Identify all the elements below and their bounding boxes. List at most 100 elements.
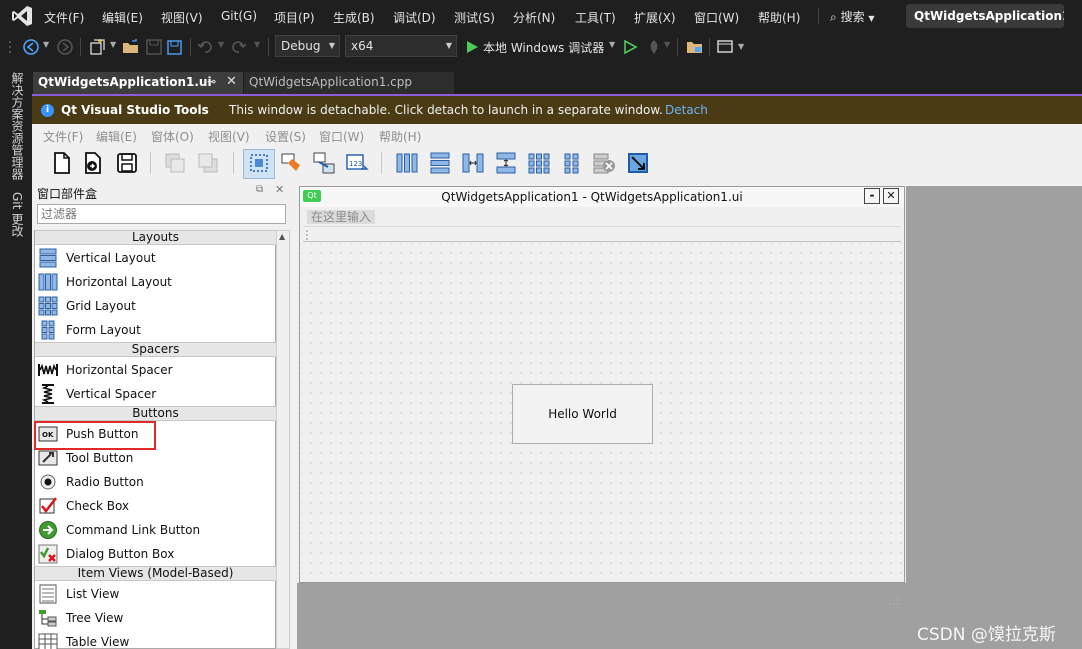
menu-window[interactable]: 窗口(W)	[694, 9, 739, 26]
hot-reload-icon[interactable]	[645, 38, 663, 56]
open-form-icon[interactable]	[81, 151, 105, 175]
layout-horizontal-splitter-icon[interactable]	[461, 151, 485, 175]
horizontal-spacer-icon	[38, 363, 58, 376]
chevron-down-icon[interactable]: ▼	[218, 40, 224, 49]
edit-signals-slots-icon[interactable]	[312, 151, 336, 175]
menu-extensions[interactable]: 扩展(X)	[634, 9, 676, 26]
solution-explorer-tab[interactable]: 解决方案资源管理器	[9, 72, 26, 180]
chevron-down-icon[interactable]: ▼	[43, 40, 49, 49]
category-layouts[interactable]: Layouts	[35, 230, 276, 245]
widget-radio-button[interactable]: Radio Button	[36, 471, 272, 493]
widget-dialog-button-box[interactable]: Dialog Button Box	[36, 543, 272, 565]
send-to-back-icon[interactable]	[163, 151, 187, 175]
float-panel-icon[interactable]: ⧉	[256, 184, 263, 195]
new-form-icon[interactable]	[50, 151, 74, 175]
form-menu-placeholder[interactable]: 在这里输入	[307, 210, 375, 224]
widget-filter-input[interactable]	[37, 204, 286, 224]
chevron-down-icon[interactable]: ▼	[664, 40, 670, 49]
save-icon[interactable]	[145, 38, 163, 56]
menu-view[interactable]: 视图(V)	[161, 9, 203, 26]
redo-icon[interactable]	[230, 38, 248, 56]
forward-icon[interactable]	[56, 38, 74, 56]
menu-file[interactable]: 文件(F)	[44, 9, 84, 26]
pin-icon[interactable]: ⊸	[207, 75, 216, 88]
menu-git[interactable]: Git(G)	[221, 9, 257, 23]
break-layout-icon[interactable]	[592, 151, 616, 175]
window-layout-icon[interactable]	[716, 38, 734, 56]
grid-layout-icon	[38, 296, 58, 316]
chevron-down-icon[interactable]: ▼	[110, 40, 116, 49]
tab-cpp-file[interactable]: QtWidgetsApplication1.cpp	[244, 72, 454, 94]
start-without-debugging-icon[interactable]	[621, 38, 639, 56]
category-spacers[interactable]: Spacers	[35, 342, 276, 357]
designer-menu-help[interactable]: 帮助(H)	[379, 128, 421, 145]
menu-edit[interactable]: 编辑(E)	[102, 9, 143, 26]
widget-tool-button[interactable]: Tool Button	[36, 447, 272, 469]
configuration-dropdown[interactable]: Debug ▼	[275, 35, 340, 57]
save-all-icon[interactable]	[166, 38, 184, 56]
widget-form-layout[interactable]: Form Layout	[36, 319, 272, 341]
widget-horizontal-layout[interactable]: Horizontal Layout	[36, 271, 272, 293]
edit-buddies-icon[interactable]	[280, 151, 304, 175]
start-debugging-icon[interactable]	[463, 38, 481, 56]
git-changes-tab[interactable]: Git 更改	[9, 192, 26, 237]
adjust-size-icon[interactable]	[626, 151, 650, 175]
menu-help[interactable]: 帮助(H)	[758, 9, 800, 26]
chevron-down-icon[interactable]: ▼	[254, 40, 260, 49]
layout-grid-icon[interactable]	[527, 151, 551, 175]
open-folder-icon[interactable]	[122, 38, 140, 56]
tab-ui-file[interactable]: QtWidgetsApplication1.ui ⊸ ✕	[33, 72, 243, 94]
designer-menu-settings[interactable]: 设置(S)	[265, 128, 306, 145]
edit-widgets-icon[interactable]	[247, 151, 271, 175]
menu-project[interactable]: 项目(P)	[274, 9, 315, 26]
menu-debug[interactable]: 调试(D)	[393, 9, 436, 26]
widget-command-link-button[interactable]: Command Link Button	[36, 519, 272, 541]
menu-tools[interactable]: 工具(T)	[575, 9, 616, 26]
bring-to-front-icon[interactable]	[196, 151, 220, 175]
visual-studio-logo-icon[interactable]	[10, 5, 34, 27]
layout-form-icon[interactable]	[560, 151, 584, 175]
widget-vertical-layout[interactable]: Vertical Layout	[36, 247, 272, 269]
widget-list-scrollbar[interactable]: ▲	[276, 230, 290, 649]
widget-grid-layout[interactable]: Grid Layout	[36, 295, 272, 317]
layout-vertical-splitter-icon[interactable]	[494, 151, 518, 175]
toolbar-separator	[233, 152, 234, 174]
scroll-up-icon[interactable]: ▲	[279, 232, 285, 241]
category-buttons[interactable]: Buttons	[35, 406, 276, 421]
detach-link[interactable]: Detach	[665, 103, 708, 117]
designer-menu-edit[interactable]: 编辑(E)	[96, 128, 137, 145]
widget-check-box[interactable]: Check Box	[36, 495, 272, 517]
search-box[interactable]: ⌕ 搜索 ▼	[830, 8, 875, 25]
designer-menu-form[interactable]: 窗体(O)	[151, 128, 194, 145]
platform-dropdown[interactable]: x64 ▼	[345, 35, 457, 57]
layout-horizontally-icon[interactable]	[395, 151, 419, 175]
edit-tab-order-icon[interactable]: 123	[345, 151, 369, 175]
category-item-views[interactable]: Item Views (Model-Based)	[35, 566, 276, 581]
menu-analyze[interactable]: 分析(N)	[513, 9, 555, 26]
widget-horizontal-spacer[interactable]: Horizontal Spacer	[36, 359, 272, 381]
menu-test[interactable]: 测试(S)	[454, 9, 495, 26]
close-button[interactable]: ✕	[883, 188, 899, 204]
chevron-down-icon[interactable]: ▼	[609, 40, 615, 49]
close-panel-icon[interactable]: ✕	[275, 183, 284, 196]
widget-table-view[interactable]: Table View	[36, 631, 272, 649]
minimize-button[interactable]: -	[864, 188, 880, 204]
designer-menu-view[interactable]: 视图(V)	[208, 128, 250, 145]
hello-world-button[interactable]: Hello World	[512, 384, 653, 444]
close-icon[interactable]: ✕	[226, 74, 237, 89]
undo-icon[interactable]	[196, 38, 214, 56]
new-project-icon[interactable]	[88, 38, 106, 56]
widget-list-view[interactable]: List View	[36, 583, 272, 605]
widget-tree-view[interactable]: Tree View	[36, 607, 272, 629]
designer-menu-window[interactable]: 窗口(W)	[319, 128, 364, 145]
chevron-down-icon[interactable]: ▼	[738, 42, 744, 51]
layout-vertically-icon[interactable]	[428, 151, 452, 175]
widget-vertical-spacer[interactable]: Vertical Spacer	[36, 383, 272, 405]
back-icon[interactable]	[22, 38, 40, 56]
designer-menu-file[interactable]: 文件(F)	[43, 128, 83, 145]
menu-build[interactable]: 生成(B)	[333, 9, 375, 26]
solution-folder-icon[interactable]	[686, 38, 704, 56]
save-form-icon[interactable]	[115, 151, 139, 175]
run-label[interactable]: 本地 Windows 调试器	[483, 39, 604, 56]
size-grip-icon[interactable]	[888, 596, 900, 606]
